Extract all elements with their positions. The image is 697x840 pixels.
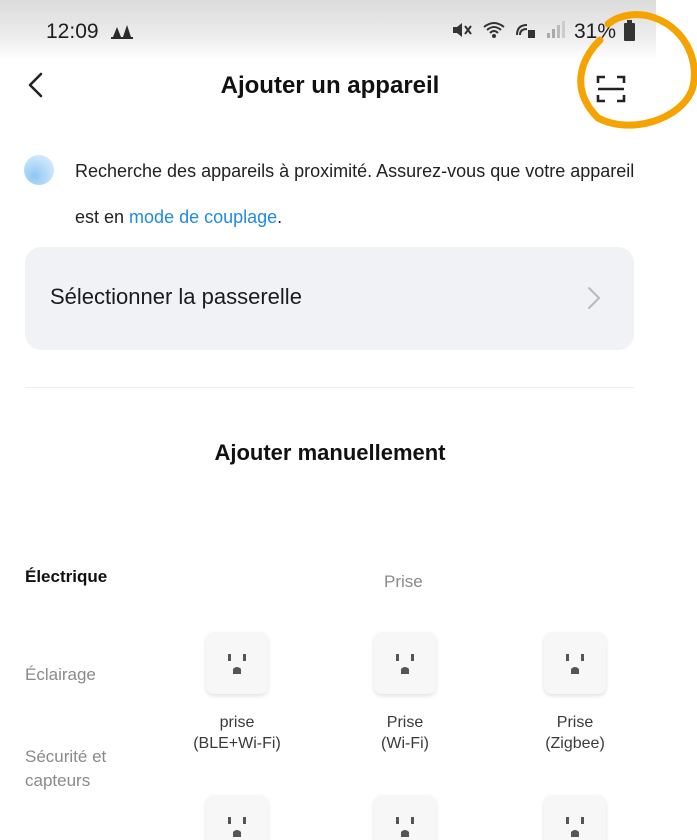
socket-icon xyxy=(206,632,268,694)
device-tile[interactable] xyxy=(500,795,650,840)
device-tile[interactable]: Prise (Wi-Fi) xyxy=(330,632,480,754)
notification-icon xyxy=(111,23,133,44)
subcategory-title: Prise xyxy=(384,572,423,591)
device-tile[interactable]: Prise (Zigbee) xyxy=(500,632,650,754)
scan-button[interactable] xyxy=(594,72,628,106)
socket-icon xyxy=(374,795,436,840)
divider xyxy=(25,387,634,388)
add-device-screen: 12:09 31% Ajouter un appareil Recherche … xyxy=(0,0,697,840)
socket-icon xyxy=(544,632,606,694)
device-tile[interactable] xyxy=(162,795,312,840)
gateway-label: Sélectionner la passerelle xyxy=(50,284,302,309)
wifi-icon xyxy=(482,21,506,44)
mute-icon xyxy=(452,21,474,44)
battery-level: 31% xyxy=(574,20,617,43)
socket-icon xyxy=(374,632,436,694)
page-title: Ajouter un appareil xyxy=(220,72,440,99)
status-time: 12:09 xyxy=(46,20,99,43)
socket-icon xyxy=(206,795,268,840)
device-tile[interactable] xyxy=(330,795,480,840)
status-bar: 12:09 31% xyxy=(0,0,656,60)
search-message: Recherche des appareils à proximité. Ass… xyxy=(75,148,635,240)
scan-icon xyxy=(596,75,626,103)
device-tile[interactable]: prise (BLE+Wi-Fi) xyxy=(162,632,312,754)
pairing-mode-link[interactable]: mode de couplage xyxy=(129,207,277,227)
searching-indicator-icon xyxy=(24,155,54,185)
category-electrique[interactable]: Électrique xyxy=(25,565,107,589)
chevron-right-icon xyxy=(588,287,600,309)
category-securite[interactable]: Sécurité et capteurs xyxy=(25,745,106,793)
section-title: Ajouter manuellement xyxy=(214,440,446,465)
device-name: Prise (Wi-Fi) xyxy=(381,714,429,752)
battery-icon xyxy=(624,20,636,41)
socket-icon xyxy=(544,795,606,840)
select-gateway-button[interactable]: Sélectionner la passerelle xyxy=(25,247,634,350)
device-name: prise (BLE+Wi-Fi) xyxy=(193,714,281,752)
device-name: Prise (Zigbee) xyxy=(545,714,605,752)
search-text-end: . xyxy=(277,207,283,227)
wifi-calling-icon xyxy=(514,21,538,44)
signal-icon xyxy=(546,20,566,44)
status-icons: 31% xyxy=(452,20,636,44)
category-eclairage[interactable]: Éclairage xyxy=(25,663,96,687)
